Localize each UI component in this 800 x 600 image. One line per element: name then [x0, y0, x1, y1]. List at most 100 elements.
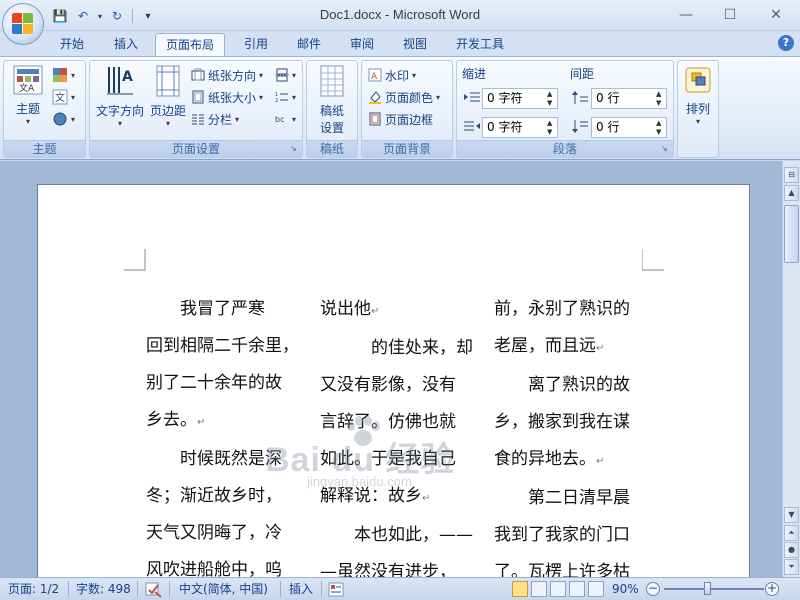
web-layout-view-icon[interactable] — [550, 581, 566, 597]
spacing-after-spinner-icon[interactable]: ▲ ▼ — [656, 119, 664, 137]
page-borders-button[interactable]: 页面边框 — [368, 109, 433, 129]
document-text-line[interactable]: 别了二十余年的故 — [146, 365, 296, 402]
theme-colors-button[interactable]: ▾ — [52, 65, 75, 85]
document-text-line[interactable]: 天气又阴晦了，冷 — [146, 515, 296, 552]
hyphenation-button[interactable]: bc ▾ — [275, 109, 296, 129]
document-text-line[interactable]: 又没有影像，没有 — [320, 367, 470, 404]
text-column-2[interactable]: 说出他↵ 的佳处来，却 又没有影像，没有 言辞了。仿佛也就 如此。于是我自己 解释说：故… — [320, 291, 473, 577]
document-text-line[interactable]: 第二日清早晨 — [494, 480, 644, 517]
spacing-before-spinner-icon[interactable]: ▲ ▼ — [656, 90, 664, 108]
document-text-line[interactable]: 老屋，而且远↵ — [494, 328, 644, 367]
tab-mailings[interactable]: 邮件 — [287, 33, 331, 56]
document-text-line[interactable]: 离了熟识的故 — [494, 367, 644, 404]
status-bar: 页面: 1/2 字数: 498 中文(简体, 中国) 插入 90% − + — [0, 577, 800, 600]
language-indicator[interactable]: 中文(简体, 中国) — [179, 578, 268, 600]
theme-effects-button[interactable]: ▾ — [52, 109, 75, 129]
next-page-icon[interactable]: ⏷ — [784, 559, 799, 575]
orientation-button[interactable]: 纸张方向 ▾ — [191, 65, 263, 85]
document-text-line[interactable]: 解释说：故乡↵ — [320, 478, 470, 517]
outline-view-icon[interactable] — [569, 581, 585, 597]
watermark-label: 水印 — [385, 68, 410, 83]
document-text-line[interactable]: 回到相隔二千余里， — [146, 328, 299, 365]
indent-left-spinner-icon[interactable]: ▲ ▼ — [547, 90, 555, 108]
draft-setup-button[interactable]: 稿纸 设置 — [311, 65, 353, 136]
arrange-button[interactable]: 排列 ▾ — [680, 65, 716, 126]
document-text-line[interactable]: 说出他↵ — [320, 291, 470, 330]
document-text-line[interactable]: 冬；渐近故乡时， — [146, 478, 296, 515]
page-count[interactable]: 页面: 1/2 — [8, 578, 59, 600]
office-button[interactable] — [2, 3, 44, 45]
close-button[interactable]: ✕ — [756, 2, 796, 28]
text-column-1[interactable]: 我冒了严寒 回到相隔二千余里， 别了二十余年的故 乡去。↵ 时候既然是深 冬；渐近故乡时… — [146, 291, 299, 577]
document-text-line[interactable]: 时候既然是深 — [146, 441, 296, 478]
scroll-thumb[interactable] — [784, 205, 799, 263]
margins-button[interactable]: 页边距 ▾ — [146, 65, 190, 128]
document-text-line[interactable]: 本也如此，—— — [320, 517, 473, 554]
text-direction-button[interactable]: A 文字方向 ▾ — [93, 65, 147, 128]
proofing-icon[interactable] — [145, 582, 163, 598]
columns-button[interactable]: 分栏 ▾ — [191, 109, 239, 129]
previous-page-icon[interactable]: ⏶ — [784, 525, 799, 541]
watermark-button[interactable]: A 水印 ▾ — [368, 65, 416, 85]
zoom-slider-thumb[interactable] — [704, 582, 711, 595]
zoom-out-icon[interactable]: − — [646, 582, 660, 596]
macro-record-icon[interactable] — [328, 582, 344, 597]
document-text-line[interactable]: 风吹进船舱中，呜 — [146, 552, 296, 577]
tab-review[interactable]: 审阅 — [340, 33, 384, 56]
zoom-level[interactable]: 90% — [612, 578, 639, 600]
minimize-button[interactable]: — — [666, 2, 706, 28]
zoom-slider-track[interactable] — [664, 588, 764, 590]
vertical-scrollbar[interactable]: ⊟ ▲ ▼ ⏶ ● ⏷ — [782, 161, 800, 577]
document-text-line[interactable]: 了。瓦楞上许多枯 — [494, 554, 644, 577]
page-color-button[interactable]: 页面颜色 ▾ — [368, 87, 440, 107]
help-icon[interactable]: ? — [778, 35, 794, 51]
document-text-line[interactable]: 乡去。↵ — [146, 402, 296, 441]
document-text-line[interactable]: 我到了我家的门口 — [494, 517, 644, 554]
document-text-line[interactable]: 如此。于是我自己 — [320, 441, 470, 478]
document-page[interactable]: 我冒了严寒 回到相隔二千余里， 别了二十余年的故 乡去。↵ 时候既然是深 冬；渐近故乡时… — [37, 184, 750, 577]
tab-references[interactable]: 引用 — [234, 33, 278, 56]
zoom-in-icon[interactable]: + — [765, 582, 779, 596]
tab-home[interactable]: 开始 — [50, 33, 94, 56]
document-text-line[interactable]: 的佳处来，却 — [320, 330, 473, 367]
themes-button[interactable]: 文A 主题 ▾ — [8, 65, 48, 126]
scroll-up-icon[interactable]: ▲ — [784, 185, 799, 201]
text-column-3[interactable]: 前，永别了熟识的 老屋，而且远↵ 离了熟识的故 乡，搬家到我在谋 食的异地去。↵ 第二… — [494, 291, 644, 577]
line-numbers-button[interactable]: 1 2 ▾ — [275, 87, 296, 107]
paragraph-mark-icon: ↵ — [197, 417, 206, 428]
tab-view[interactable]: 视图 — [393, 33, 437, 56]
word-count[interactable]: 字数: 498 — [76, 578, 131, 600]
indent-right-spinner-icon[interactable]: ▲ ▼ — [547, 119, 555, 137]
spacing-before-input[interactable]: 0 行 ▲ ▼ — [591, 88, 667, 109]
arrange-group: 排列 ▾ — [677, 60, 719, 158]
document-text-line[interactable]: 食的异地去。↵ — [494, 441, 644, 480]
document-text-line[interactable]: 言辞了。仿佛也就 — [320, 404, 470, 441]
document-area[interactable]: 我冒了严寒 回到相隔二千余里， 别了二十余年的故 乡去。↵ 时候既然是深 冬；渐近故乡时… — [0, 161, 782, 577]
document-text-line[interactable]: 我冒了严寒 — [146, 291, 296, 328]
breaks-button[interactable]: ▾ — [275, 65, 296, 85]
ruler-toggle-icon[interactable]: ⊟ — [784, 167, 799, 183]
maximize-button[interactable]: ☐ — [710, 2, 750, 28]
page-setup-launcher-icon[interactable]: ↘ — [290, 144, 300, 154]
spacing-after-input[interactable]: 0 行 ▲ ▼ — [591, 117, 667, 138]
document-text-line[interactable]: 乡，搬家到我在谋 — [494, 404, 644, 441]
paragraph-mark-icon: ↵ — [371, 306, 380, 317]
full-screen-reading-view-icon[interactable] — [531, 581, 547, 597]
select-browse-object-icon[interactable]: ● — [784, 542, 799, 558]
line-numbers-icon: 12 — [275, 92, 288, 104]
draft-view-icon[interactable] — [588, 581, 604, 597]
document-text-line[interactable]: —虽然没有进步， — [320, 554, 470, 577]
indent-left-input[interactable]: 0 字符 ▲ ▼ — [482, 88, 558, 109]
tab-insert[interactable]: 插入 — [104, 33, 148, 56]
hyphenation-icon: bc — [275, 115, 284, 124]
scroll-down-icon[interactable]: ▼ — [784, 507, 799, 523]
tab-page-layout[interactable]: 页面布局 — [155, 33, 226, 56]
print-layout-view-icon[interactable] — [512, 581, 528, 597]
theme-fonts-button[interactable]: 文 ▾ — [52, 87, 75, 107]
tab-developer[interactable]: 开发工具 — [446, 33, 514, 56]
insert-mode-indicator[interactable]: 插入 — [289, 578, 313, 600]
size-button[interactable]: 纸张大小 ▾ — [191, 87, 263, 107]
indent-right-input[interactable]: 0 字符 ▲ ▼ — [482, 117, 558, 138]
document-text-line[interactable]: 前，永别了熟识的 — [494, 291, 644, 328]
paragraph-launcher-icon[interactable]: ↘ — [661, 144, 671, 154]
